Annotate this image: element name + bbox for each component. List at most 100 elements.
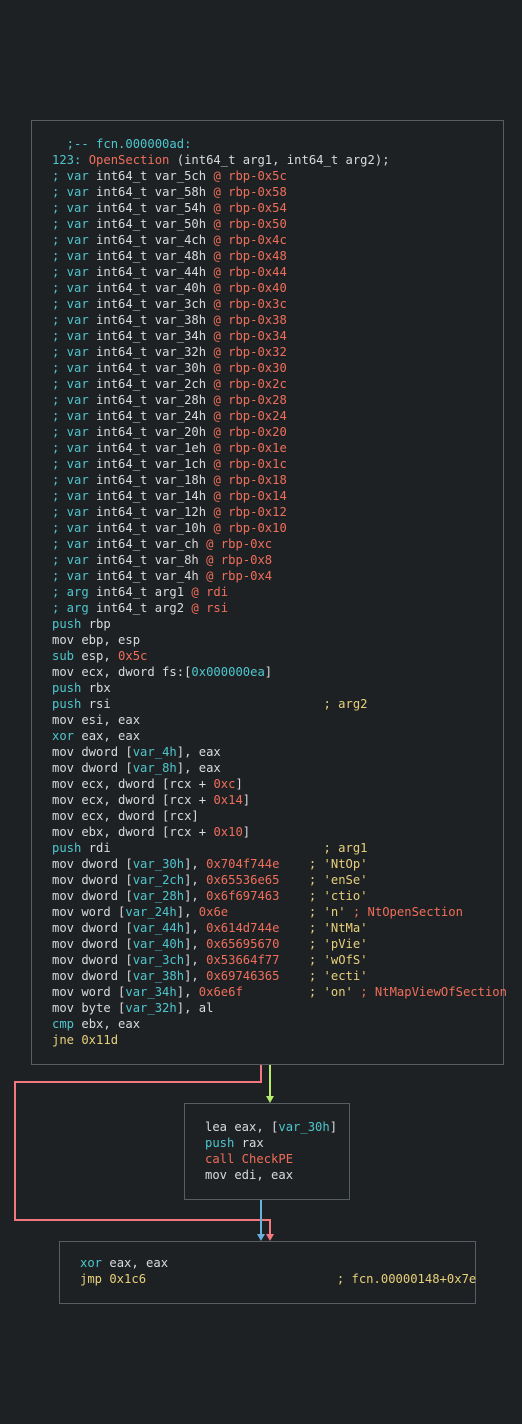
asm-token — [146, 1272, 337, 1286]
asm-line[interactable]: ; var int64_t var_38h @ rbp-0x38 — [52, 312, 503, 328]
asm-token: 0x65536e65 — [206, 873, 280, 887]
asm-line[interactable]: ; var int64_t var_2ch @ rbp-0x2c — [52, 376, 503, 392]
asm-line[interactable]: ; var int64_t var_30h @ rbp-0x30 — [52, 360, 503, 376]
asm-line[interactable]: mov dword [var_4h], eax — [52, 744, 503, 760]
asm-line[interactable]: ; var int64_t var_24h @ rbp-0x24 — [52, 408, 503, 424]
asm-line[interactable]: mov ecx, dword fs:[0x000000ea] — [52, 664, 503, 680]
asm-line[interactable]: ; var int64_t var_34h @ rbp-0x34 — [52, 328, 503, 344]
edge-fallthrough-arrow — [257, 1234, 265, 1241]
asm-line[interactable]: ; var int64_t var_1eh @ rbp-0x1e — [52, 440, 503, 456]
asm-line[interactable]: ; var int64_t var_48h @ rbp-0x48 — [52, 248, 503, 264]
asm-line[interactable]: mov word [var_34h], 0x6e6f ; 'on' ; NtMa… — [52, 984, 507, 1000]
asm-token: lea eax, [ — [205, 1120, 279, 1134]
asm-line[interactable]: jmp 0x1c6 ; fcn.00000148+0x7e — [80, 1271, 476, 1287]
asm-token: push — [205, 1136, 235, 1150]
asm-line[interactable]: mov ecx, dword [rcx + 0xc] — [52, 776, 503, 792]
asm-line[interactable]: ; var int64_t var_4h @ rbp-0x4 — [52, 568, 503, 584]
block-checkpe[interactable]: lea eax, [var_30h] push rax call CheckPE mo… — [184, 1103, 350, 1200]
asm-line[interactable]: push rdi ; arg1 — [52, 840, 503, 856]
asm-line[interactable]: ; var int64_t var_10h @ rbp-0x10 — [52, 520, 503, 536]
asm-line[interactable]: ; var int64_t var_3ch @ rbp-0x3c — [52, 296, 503, 312]
asm-line[interactable]: lea eax, [var_30h] — [205, 1119, 349, 1135]
asm-token: int64_t var_1ch — [96, 457, 214, 471]
asm-line[interactable]: mov edi, eax — [205, 1167, 349, 1183]
asm-token: @ rbp-0x20 — [213, 425, 287, 439]
asm-line[interactable]: mov dword [var_8h], eax — [52, 760, 503, 776]
asm-line[interactable]: ; var int64_t var_5ch @ rbp-0x5c — [52, 168, 503, 184]
asm-line[interactable]: mov ecx, dword [rcx] — [52, 808, 503, 824]
asm-line[interactable]: push rax — [205, 1135, 349, 1151]
asm-line[interactable]: mov dword [var_40h], 0x65695670 ; 'pVie' — [52, 936, 503, 952]
asm-line[interactable]: push rbp — [52, 616, 503, 632]
asm-line[interactable]: jne 0x11d — [52, 1032, 503, 1048]
asm-line[interactable]: ; var int64_t var_28h @ rbp-0x28 — [52, 392, 503, 408]
asm-token: int64_t var_58h — [96, 185, 214, 199]
asm-token: ; 'ecti' — [308, 969, 368, 983]
asm-line[interactable]: ; var int64_t var_58h @ rbp-0x58 — [52, 184, 503, 200]
block-exit[interactable]: xor eax, eax jmp 0x1c6 ; fcn.00000148+0x7… — [59, 1241, 476, 1304]
asm-line[interactable]: ; var int64_t var_44h @ rbp-0x44 — [52, 264, 503, 280]
asm-line[interactable]: ; var int64_t var_40h @ rbp-0x40 — [52, 280, 503, 296]
asm-line[interactable]: ; var int64_t var_32h @ rbp-0x32 — [52, 344, 503, 360]
asm-line[interactable]: mov dword [var_44h], 0x614d744e ; 'NtMa' — [52, 920, 503, 936]
asm-line[interactable]: xor eax, eax — [52, 728, 503, 744]
asm-token: 0x10 — [213, 825, 243, 839]
asm-line[interactable]: ; arg int64_t arg2 @ rsi — [52, 600, 503, 616]
asm-line[interactable]: ; var int64_t var_ch @ rbp-0xc — [52, 536, 503, 552]
asm-token: int64_t var_34h — [96, 329, 214, 343]
asm-line[interactable]: cmp ebx, eax — [52, 1016, 503, 1032]
asm-line[interactable]: mov ebp, esp — [52, 632, 503, 648]
asm-token: rax — [234, 1136, 264, 1150]
asm-token: ; var — [52, 473, 97, 487]
asm-token: ; 'NtOp' — [308, 857, 368, 871]
asm-token: rsi — [81, 697, 324, 711]
asm-line[interactable]: ; var int64_t var_54h @ rbp-0x54 — [52, 200, 503, 216]
asm-token — [279, 953, 308, 967]
asm-line[interactable]: mov dword [var_38h], 0x69746365 ; 'ecti' — [52, 968, 503, 984]
asm-token: ; arg — [52, 585, 97, 599]
asm-token: ], — [184, 969, 207, 983]
asm-line[interactable]: mov byte [var_32h], al — [52, 1000, 503, 1016]
asm-line[interactable]: mov dword [var_2ch], 0x65536e65 ; 'enSe' — [52, 872, 503, 888]
asm-line[interactable]: mov dword [var_30h], 0x704f744e ; 'NtOp' — [52, 856, 503, 872]
asm-line[interactable]: mov dword [var_28h], 0x6f697463 ; 'ctio' — [52, 888, 503, 904]
asm-line[interactable]: ; var int64_t var_50h @ rbp-0x50 — [52, 216, 503, 232]
asm-line[interactable]: ; var int64_t var_18h @ rbp-0x18 — [52, 472, 503, 488]
asm-line[interactable]: call CheckPE — [205, 1151, 349, 1167]
asm-line[interactable]: mov esi, eax — [52, 712, 503, 728]
asm-token: int64_t var_38h — [96, 313, 214, 327]
asm-token: esp, — [74, 649, 119, 663]
asm-token: @ rbp-0x8 — [206, 553, 273, 567]
asm-line[interactable]: ; var int64_t var_4ch @ rbp-0x4c — [52, 232, 503, 248]
asm-token: rbp — [81, 617, 111, 631]
asm-line[interactable]: ;-- fcn.000000ad: — [52, 136, 503, 152]
asm-line[interactable]: mov dword [var_3ch], 0x53664f77 ; 'wOfS' — [52, 952, 503, 968]
asm-token: mov ecx, dword fs:[ — [52, 665, 192, 679]
asm-token: int64_t var_4h — [96, 569, 207, 583]
asm-token: ; var — [52, 297, 97, 311]
asm-token: @ rbp-0x50 — [213, 217, 287, 231]
asm-line[interactable]: push rbx — [52, 680, 503, 696]
asm-token: ], eax — [176, 761, 221, 775]
asm-line[interactable]: push rsi ; arg2 — [52, 696, 503, 712]
asm-token: 0x69746365 — [206, 969, 280, 983]
asm-line[interactable]: ; var int64_t var_12h @ rbp-0x12 — [52, 504, 503, 520]
asm-line[interactable]: mov ebx, dword [rcx + 0x10] — [52, 824, 503, 840]
block-main[interactable]: ;-- fcn.000000ad: 123: OpenSection (int64… — [31, 120, 507, 1065]
asm-line[interactable]: 123: OpenSection (int64_t arg1, int64_t … — [52, 152, 503, 168]
asm-token: ; var — [52, 569, 97, 583]
asm-line[interactable]: ; arg int64_t arg1 @ rdi — [52, 584, 503, 600]
asm-line[interactable]: sub esp, 0x5c — [52, 648, 503, 664]
asm-line[interactable]: xor eax, eax — [80, 1255, 475, 1271]
asm-line[interactable]: ; var int64_t var_1ch @ rbp-0x1c — [52, 456, 503, 472]
asm-token: rdi — [81, 841, 324, 855]
asm-line[interactable]: mov ecx, dword [rcx + 0x14] — [52, 792, 503, 808]
asm-line[interactable]: ; var int64_t var_20h @ rbp-0x20 — [52, 424, 503, 440]
asm-line[interactable]: mov word [var_24h], 0x6e ; 'n' ; NtOpenS… — [52, 904, 503, 920]
asm-token: ; NtMapViewOfSection — [360, 985, 507, 999]
asm-token: int64_t var_14h — [96, 489, 214, 503]
asm-token — [279, 857, 308, 871]
asm-line[interactable]: ; var int64_t var_14h @ rbp-0x14 — [52, 488, 503, 504]
asm-line[interactable]: ; var int64_t var_8h @ rbp-0x8 — [52, 552, 503, 568]
asm-token: (int64_t arg1, int64_t arg2); — [169, 153, 390, 167]
